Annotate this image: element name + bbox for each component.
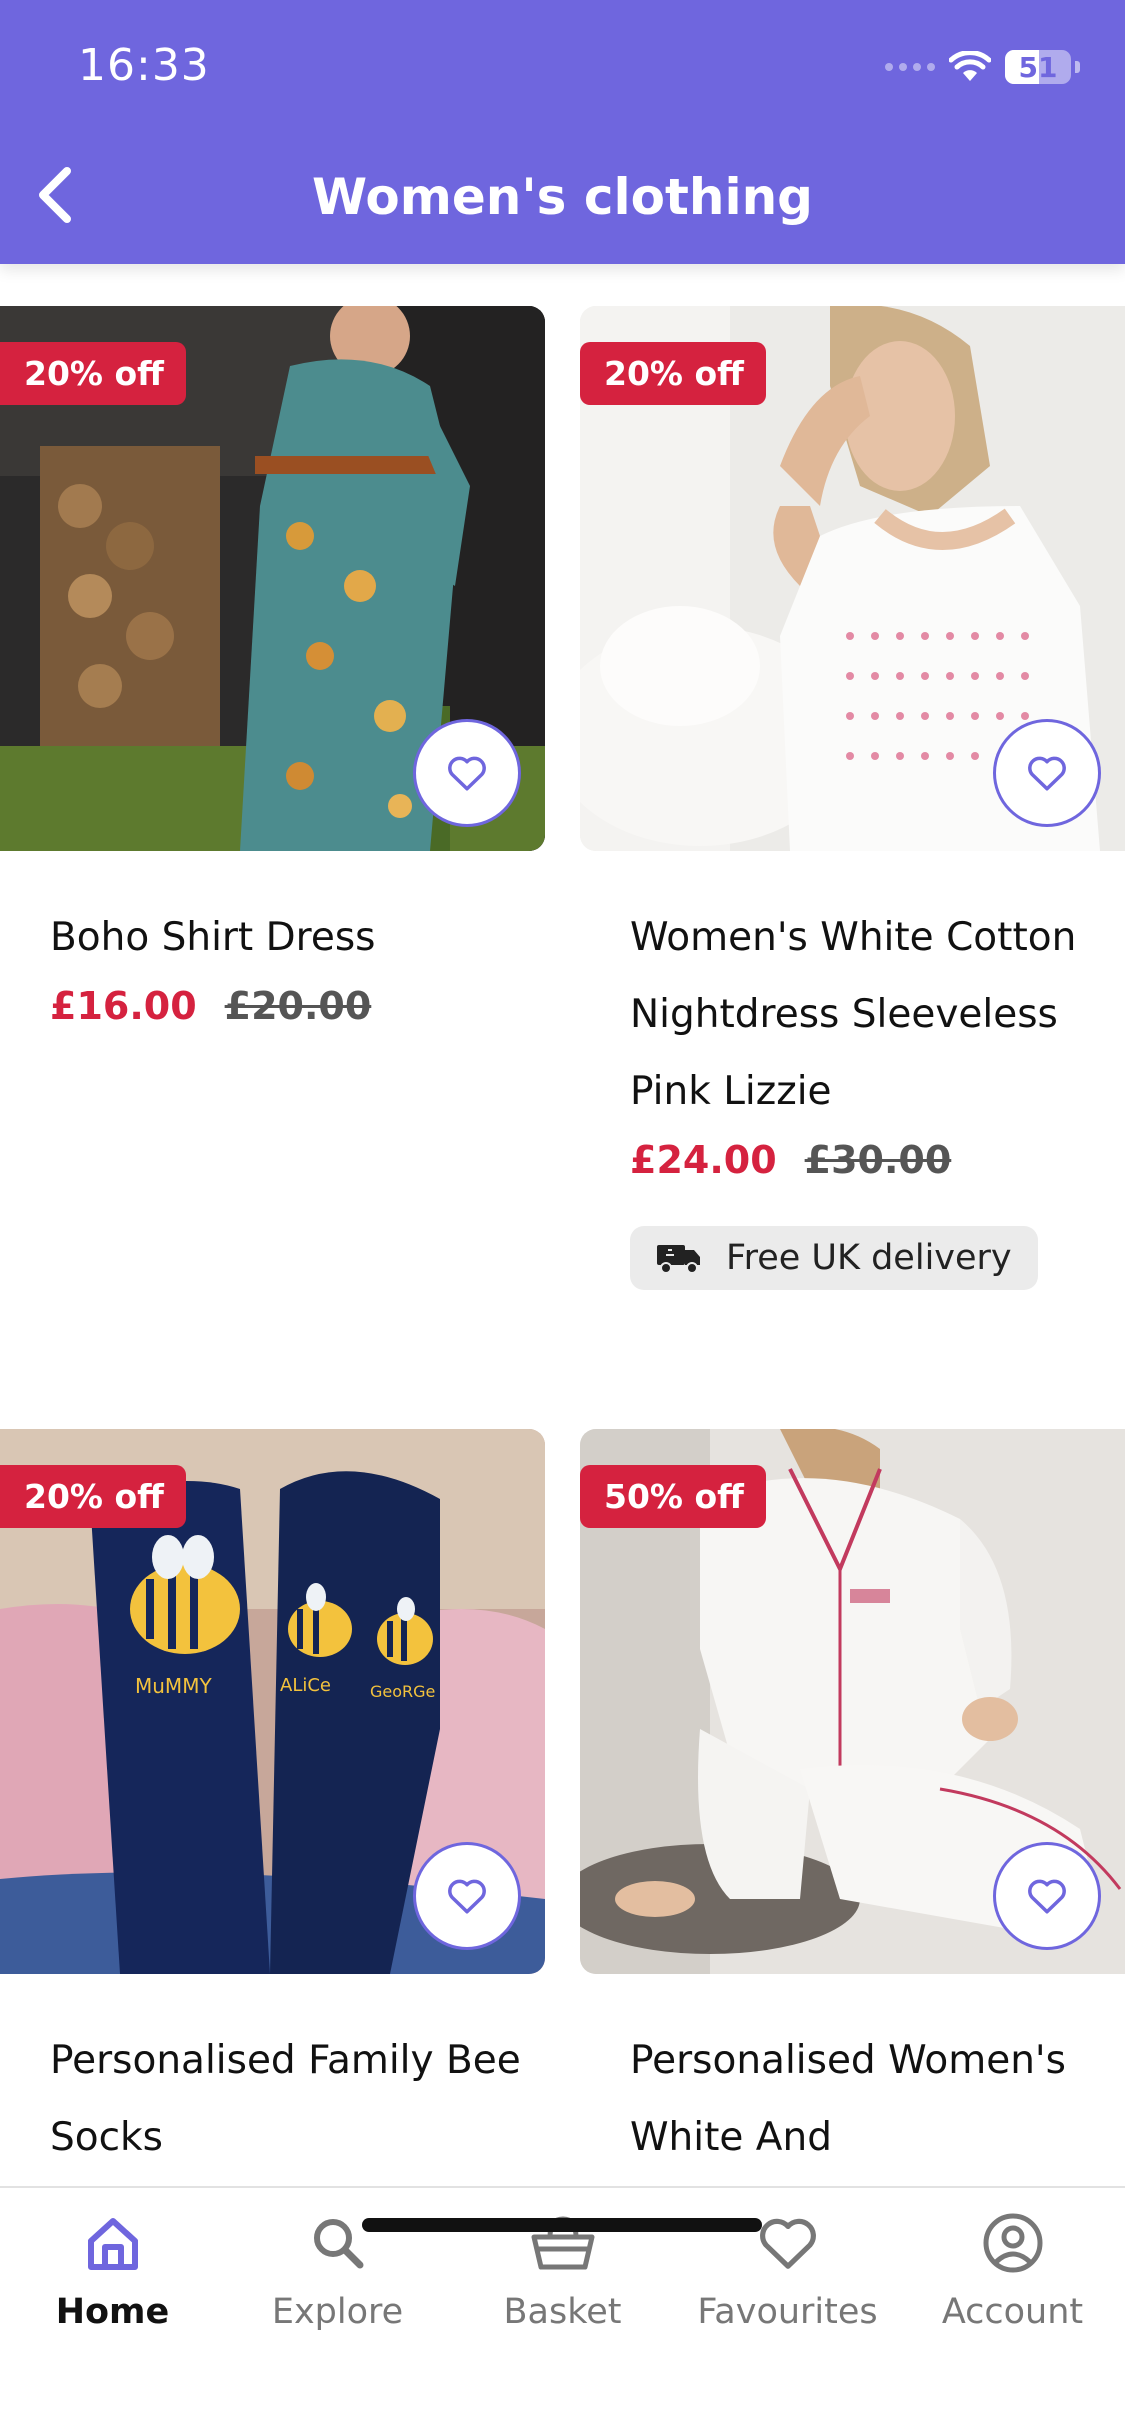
sock-text: MuMMY: [135, 1674, 212, 1698]
product-image[interactable]: 50% off: [580, 1429, 1125, 1974]
product-name[interactable]: Boho Shirt Dress: [0, 899, 545, 976]
discount-badge: 50% off: [580, 1465, 766, 1528]
nav-home[interactable]: Home: [0, 2208, 225, 2332]
heart-icon: [1028, 1879, 1066, 1914]
product-card[interactable]: 20% off Boho Shirt Dress £16.00 £20.00: [0, 306, 545, 1028]
product-name[interactable]: Personalised Women's White And: [580, 2022, 1125, 2176]
product-card[interactable]: 20% off Women's White Cotton Nightdress …: [580, 306, 1125, 1290]
heart-icon: [1028, 756, 1066, 791]
nav-account[interactable]: Account: [900, 2208, 1125, 2332]
sale-price: £24.00: [630, 1138, 777, 1182]
wifi-icon: [949, 51, 991, 81]
search-icon: [313, 2219, 363, 2269]
product-card[interactable]: 50% off Personalised Women's White And: [580, 1429, 1125, 2176]
favourite-button[interactable]: [993, 1842, 1101, 1950]
nav-label: Favourites: [697, 2292, 878, 2332]
sock-text: GeoRGe: [370, 1682, 435, 1701]
status-time: 16:33: [78, 40, 210, 91]
favourite-button[interactable]: [413, 719, 521, 827]
app-header: 16:33 51 Women's clothing: [0, 0, 1125, 264]
home-icon: [87, 2218, 138, 2270]
product-image[interactable]: MuMMY ALiCe GeoRGe 20% off: [0, 1429, 545, 1974]
original-price: £20.00: [224, 984, 372, 1028]
nav-label: Account: [941, 2292, 1084, 2332]
nav-label: Explore: [271, 2292, 404, 2332]
delivery-text: Free UK delivery: [726, 1238, 1012, 1278]
sock-text: ALiCe: [280, 1675, 331, 1696]
discount-badge: 20% off: [580, 342, 766, 405]
delivery-badge: Free UK delivery: [630, 1226, 1038, 1290]
product-name[interactable]: Personalised Family Bee Socks: [0, 2022, 545, 2176]
heart-icon: [448, 1879, 486, 1914]
sale-price: £16.00: [50, 984, 197, 1028]
page-title: Women's clothing: [312, 168, 813, 226]
price-row: £24.00 £30.00: [580, 1138, 1125, 1182]
product-image[interactable]: 20% off: [580, 306, 1125, 851]
original-price: £30.00: [804, 1138, 952, 1182]
favourite-button[interactable]: [413, 1842, 521, 1950]
home-indicator: [362, 2218, 762, 2232]
product-name[interactable]: Women's White Cotton Nightdress Sleevele…: [580, 899, 1125, 1130]
account-icon: [983, 2213, 1042, 2273]
favourite-button[interactable]: [993, 719, 1101, 827]
truck-icon: [657, 1245, 700, 1274]
signal-icon: [885, 63, 935, 71]
battery-icon: 51: [1005, 50, 1071, 84]
nav-label: Home: [55, 2292, 170, 2332]
price-row: £16.00 £20.00: [0, 984, 545, 1028]
heart-icon: [448, 756, 486, 791]
discount-badge: 20% off: [0, 342, 186, 405]
product-image[interactable]: 20% off: [0, 306, 545, 851]
status-icons: 51: [885, 50, 1080, 84]
heart-icon: [759, 2218, 816, 2269]
battery-level: 51: [1018, 50, 1058, 84]
product-card[interactable]: MuMMY ALiCe GeoRGe 20% off Personalised …: [0, 1429, 545, 2176]
discount-badge: 20% off: [0, 1465, 186, 1528]
nav-label: Basket: [503, 2292, 622, 2332]
